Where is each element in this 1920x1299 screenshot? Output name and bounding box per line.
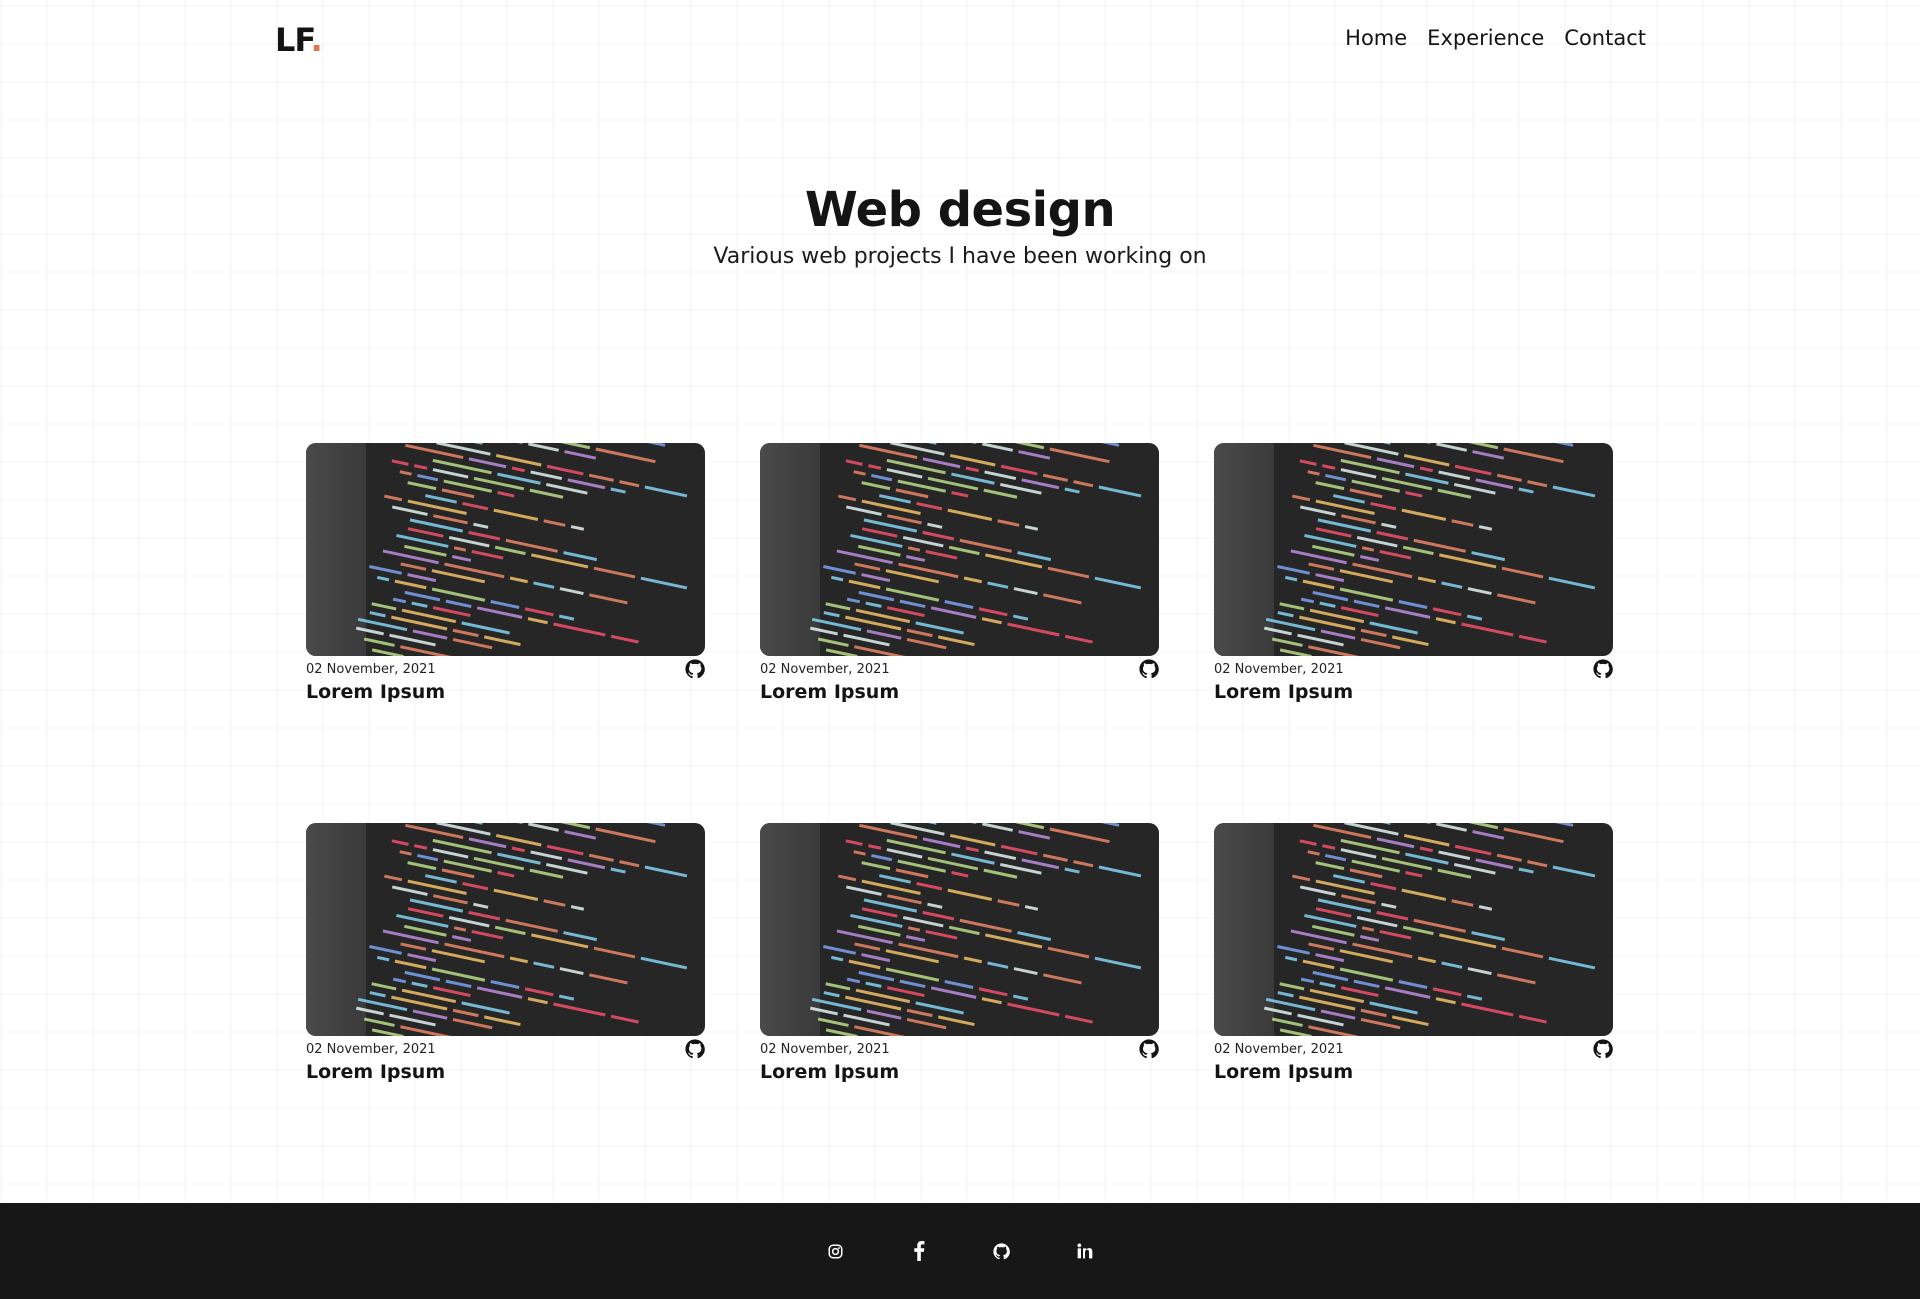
linkedin-icon[interactable] (1075, 1241, 1095, 1261)
github-icon[interactable] (1139, 659, 1159, 679)
project-meta: 02 November, 2021 (760, 659, 1159, 679)
nav-experience-link[interactable]: Experience (1427, 26, 1544, 50)
nav-contact-link[interactable]: Contact (1564, 26, 1646, 50)
project-meta: 02 November, 2021 (760, 1039, 1159, 1059)
project-thumbnail[interactable] (306, 443, 705, 656)
github-icon[interactable] (1593, 659, 1613, 679)
project-card[interactable]: 02 November, 2021 Lorem Ipsum (1214, 823, 1613, 1089)
github-icon[interactable] (685, 1039, 705, 1059)
projects-grid: 02 November, 2021 Lorem Ipsum 02 November,… (306, 443, 1614, 1089)
project-meta: 02 November, 2021 (306, 1039, 705, 1059)
project-title[interactable]: Lorem Ipsum (1214, 681, 1613, 703)
site-header: LF. Home Experience Contact (0, 0, 1920, 82)
site-logo[interactable]: LF. (275, 21, 323, 59)
page-title: Web design (804, 182, 1116, 238)
hero-section: Web design Various web projects I have b… (0, 180, 1920, 269)
github-icon[interactable] (1139, 1039, 1159, 1059)
github-icon[interactable] (685, 659, 705, 679)
instagram-icon[interactable] (826, 1241, 846, 1261)
project-date: 02 November, 2021 (1214, 661, 1344, 677)
github-icon[interactable] (992, 1241, 1012, 1261)
project-date: 02 November, 2021 (760, 661, 890, 677)
project-date: 02 November, 2021 (760, 1041, 890, 1057)
project-date: 02 November, 2021 (306, 1041, 436, 1057)
facebook-icon[interactable] (909, 1241, 929, 1261)
project-thumbnail[interactable] (1214, 823, 1613, 1036)
project-date: 02 November, 2021 (306, 661, 436, 677)
project-card[interactable]: 02 November, 2021 Lorem Ipsum (306, 443, 705, 709)
project-title[interactable]: Lorem Ipsum (306, 681, 705, 703)
project-title[interactable]: Lorem Ipsum (760, 681, 1159, 703)
project-title[interactable]: Lorem Ipsum (760, 1061, 1159, 1083)
project-thumbnail[interactable] (1214, 443, 1613, 656)
project-date: 02 November, 2021 (1214, 1041, 1344, 1057)
project-card[interactable]: 02 November, 2021 Lorem Ipsum (760, 823, 1159, 1089)
project-card[interactable]: 02 November, 2021 Lorem Ipsum (1214, 443, 1613, 709)
site-footer (0, 1203, 1920, 1299)
project-thumbnail[interactable] (760, 823, 1159, 1036)
project-title[interactable]: Lorem Ipsum (1214, 1061, 1613, 1083)
github-icon[interactable] (1593, 1039, 1613, 1059)
project-meta: 02 November, 2021 (1214, 659, 1613, 679)
project-card[interactable]: 02 November, 2021 Lorem Ipsum (760, 443, 1159, 709)
logo-dot: . (310, 21, 323, 59)
main-nav: Home Experience Contact (1345, 26, 1646, 50)
project-thumbnail[interactable] (306, 823, 705, 1036)
project-meta: 02 November, 2021 (306, 659, 705, 679)
logo-text: LF (275, 21, 312, 59)
page-subtitle: Various web projects I have been working… (713, 244, 1207, 269)
project-meta: 02 November, 2021 (1214, 1039, 1613, 1059)
project-thumbnail[interactable] (760, 443, 1159, 656)
project-card[interactable]: 02 November, 2021 Lorem Ipsum (306, 823, 705, 1089)
nav-home-link[interactable]: Home (1345, 26, 1407, 50)
project-title[interactable]: Lorem Ipsum (306, 1061, 705, 1083)
